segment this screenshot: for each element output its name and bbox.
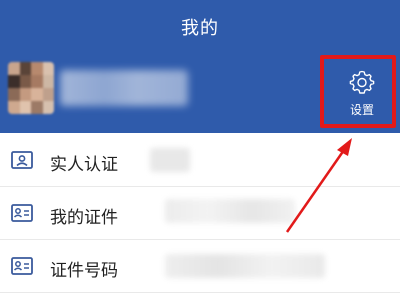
menu-item-real-name-auth[interactable]: 实人认证 (0, 134, 400, 187)
value-blurred (150, 148, 190, 172)
username-blurred (60, 70, 188, 106)
settings-button[interactable]: 设置 (334, 62, 390, 122)
id-card-icon (11, 257, 33, 275)
menu-item-my-documents[interactable]: 我的证件 (0, 187, 400, 240)
header-bar: 我的 设置 (0, 0, 400, 133)
menu-item-label: 我的证件 (50, 208, 118, 228)
value-blurred (165, 254, 325, 278)
avatar[interactable] (8, 62, 54, 114)
value-blurred (165, 199, 295, 223)
menu-item-label: 证件号码 (50, 261, 118, 281)
menu-item-document-number[interactable]: 证件号码 (0, 240, 400, 293)
gear-icon (349, 70, 375, 94)
id-card-icon (11, 204, 33, 222)
settings-label: 设置 (349, 103, 374, 117)
id-card-icon (11, 151, 33, 169)
page-title: 我的 (181, 18, 219, 39)
menu-item-label: 实人认证 (50, 155, 118, 175)
menu-list: 实人认证 我的证件 证件号码 (0, 134, 400, 293)
